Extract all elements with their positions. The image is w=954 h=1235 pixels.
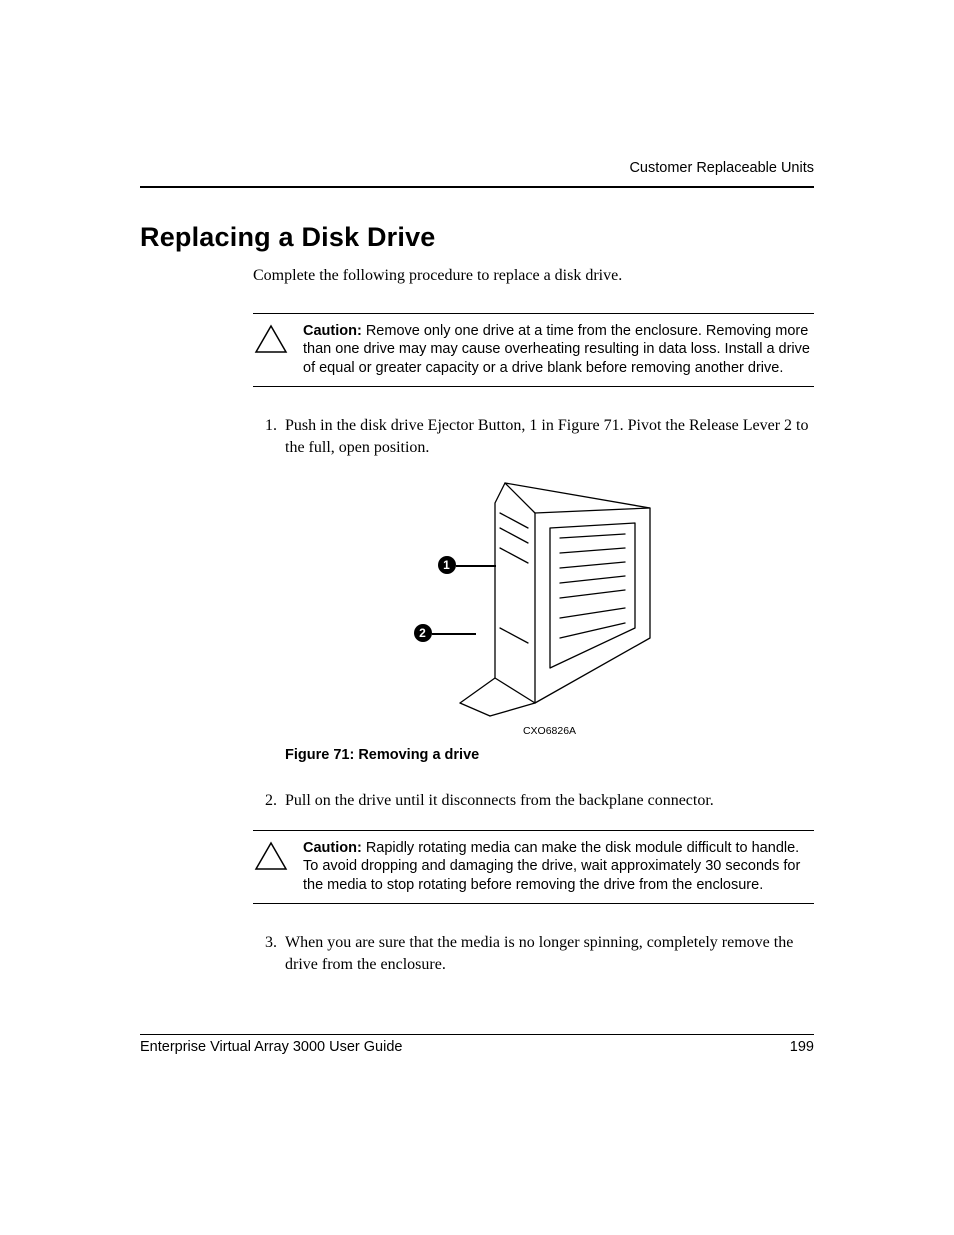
caution-text-1: Caution: Remove only one drive at a time… (303, 322, 814, 379)
procedure-list-cont: When you are sure that the media is no l… (253, 932, 814, 975)
caution-rule-bottom (253, 386, 814, 387)
footer-guide-name: Enterprise Virtual Array 3000 User Guide (140, 1039, 402, 1055)
figure-code: CXO6826A (285, 724, 814, 738)
running-header: Customer Replaceable Units (140, 160, 814, 176)
step-3: When you are sure that the media is no l… (281, 932, 814, 975)
figure-illustration: 1 2 (400, 468, 700, 718)
procedure-list: Push in the disk drive Ejector Button, 1… (253, 415, 814, 812)
callout-leader-1 (456, 565, 496, 566)
caution-label: Caution: (303, 323, 362, 339)
caution-triangle-icon (253, 322, 289, 379)
figure-callout-1: 1 (438, 556, 456, 574)
step-1-text: Push in the disk drive Ejector Button, 1… (285, 417, 808, 456)
header-rule (140, 186, 814, 188)
caution-box-2: Caution: Rapidly rotating media can make… (253, 830, 814, 905)
caution-rule-bottom-2 (253, 903, 814, 904)
caution-text-2: Caution: Rapidly rotating media can make… (303, 839, 814, 896)
footer-rule (140, 1034, 814, 1035)
figure-71: 1 2 CXO6826A (285, 468, 814, 738)
step-1: Push in the disk drive Ejector Button, 1… (281, 415, 814, 766)
caution-label-2: Caution: (303, 840, 362, 856)
figure-callout-2: 2 (414, 624, 432, 642)
caution-body-text-2: Rapidly rotating media can make the disk… (303, 840, 800, 894)
figure-caption: Figure 71: Removing a drive (285, 746, 814, 766)
intro-paragraph: Complete the following procedure to repl… (253, 265, 814, 287)
caution-triangle-icon (253, 839, 289, 896)
step-2: Pull on the drive until it disconnects f… (281, 790, 814, 812)
page-title: Replacing a Disk Drive (140, 222, 814, 253)
drive-illustration-icon (400, 468, 700, 718)
caution-box-1: Caution: Remove only one drive at a time… (253, 313, 814, 388)
footer-page-number: 199 (790, 1039, 814, 1055)
page-footer: Enterprise Virtual Array 3000 User Guide… (140, 1034, 814, 1055)
caution-body-text: Remove only one drive at a time from the… (303, 323, 810, 377)
callout-leader-2 (432, 633, 476, 634)
